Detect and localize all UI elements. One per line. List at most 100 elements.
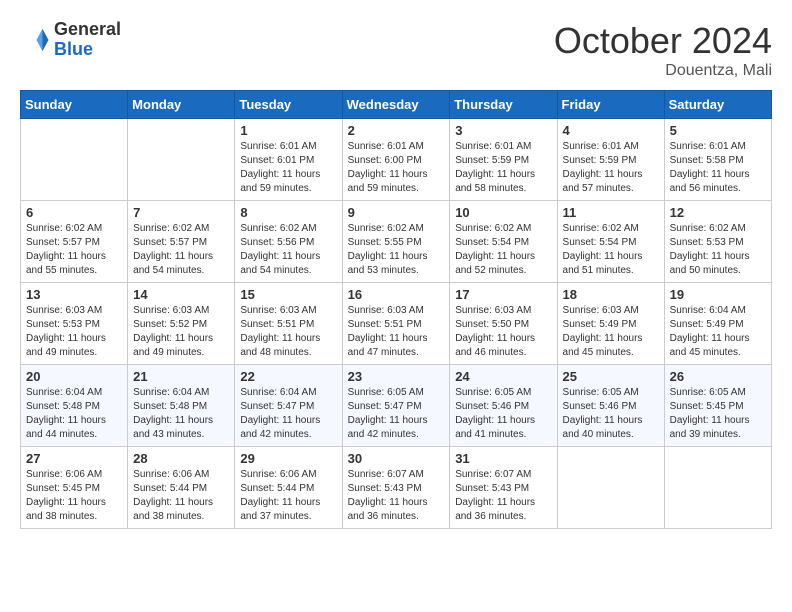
calendar-cell: 7 Sunrise: 6:02 AM Sunset: 5:57 PM Daylig… [128, 201, 235, 283]
day-number: 6 [26, 205, 122, 220]
day-number: 10 [455, 205, 551, 220]
day-detail: Sunrise: 6:03 AM Sunset: 5:51 PM Dayligh… [240, 304, 336, 360]
day-detail: Sunrise: 6:06 AM Sunset: 5:45 PM Dayligh… [26, 468, 122, 524]
calendar-cell [557, 447, 664, 529]
day-number: 17 [455, 287, 551, 302]
calendar-cell: 9Sunrise: 6:02 AM Sunset: 5:55 PM Daylig… [342, 201, 450, 283]
day-detail: Sunrise: 6:05 AM Sunset: 5:45 PM Dayligh… [670, 386, 766, 442]
day-detail: Sunrise: 6:03 AM Sunset: 5:50 PM Dayligh… [455, 304, 551, 360]
day-number: 8 [240, 205, 336, 220]
calendar-cell: 16 Sunrise: 6:03 AM Sunset: 5:51 PM Dayli… [342, 283, 450, 365]
calendar-cell: 2 Sunrise: 6:01 AM Sunset: 6:00 PM Daylig… [342, 119, 450, 201]
day-detail: Sunrise: 6:03 AM Sunset: 5:53 PM Dayligh… [26, 304, 122, 360]
calendar-cell [128, 119, 235, 201]
day-number: 13 [26, 287, 122, 302]
day-number: 1 [240, 123, 336, 138]
calendar-cell: 3 Sunrise: 6:01 AM Sunset: 5:59 PM Daylig… [450, 119, 557, 201]
day-number: 21 [133, 369, 229, 384]
calendar-cell: 25 Sunrise: 6:05 AM Sunset: 5:46 PM Dayli… [557, 365, 664, 447]
location-title: Douentza, Mali [554, 62, 772, 80]
calendar-cell: 30Sunrise: 6:07 AM Sunset: 5:43 PM Dayli… [342, 447, 450, 529]
day-number: 29 [240, 451, 336, 466]
day-detail: Sunrise: 6:04 AM Sunset: 5:47 PM Dayligh… [240, 386, 336, 442]
day-number: 12 [670, 205, 766, 220]
calendar-cell: 6 Sunrise: 6:02 AM Sunset: 5:57 PM Daylig… [21, 201, 128, 283]
day-detail: Sunrise: 6:01 AM Sunset: 6:00 PM Dayligh… [348, 140, 445, 196]
column-header-thursday: Thursday [450, 91, 557, 119]
calendar-cell: 27Sunrise: 6:06 AM Sunset: 5:45 PM Dayli… [21, 447, 128, 529]
day-number: 30 [348, 451, 445, 466]
logo-icon [20, 25, 50, 55]
day-detail: Sunrise: 6:03 AM Sunset: 5:51 PM Dayligh… [348, 304, 445, 360]
week-row-2: 6 Sunrise: 6:02 AM Sunset: 5:57 PM Daylig… [21, 201, 772, 283]
column-header-saturday: Saturday [664, 91, 771, 119]
day-detail: Sunrise: 6:03 AM Sunset: 5:52 PM Dayligh… [133, 304, 229, 360]
calendar-cell: 8 Sunrise: 6:02 AM Sunset: 5:56 PM Daylig… [235, 201, 342, 283]
calendar-cell: 19Sunrise: 6:04 AM Sunset: 5:49 PM Dayli… [664, 283, 771, 365]
calendar-cell [21, 119, 128, 201]
day-number: 28 [133, 451, 229, 466]
day-number: 20 [26, 369, 122, 384]
day-number: 2 [348, 123, 445, 138]
calendar-cell: 31 Sunrise: 6:07 AM Sunset: 5:43 PM Dayli… [450, 447, 557, 529]
day-number: 7 [133, 205, 229, 220]
day-number: 14 [133, 287, 229, 302]
day-detail: Sunrise: 6:02 AM Sunset: 5:54 PM Dayligh… [455, 222, 551, 278]
calendar-table: SundayMondayTuesdayWednesdayThursdayFrid… [20, 90, 772, 529]
calendar-cell: 18 Sunrise: 6:03 AM Sunset: 5:49 PM Dayli… [557, 283, 664, 365]
week-row-3: 13 Sunrise: 6:03 AM Sunset: 5:53 PM Dayli… [21, 283, 772, 365]
day-number: 9 [348, 205, 445, 220]
day-detail: Sunrise: 6:02 AM Sunset: 5:53 PM Dayligh… [670, 222, 766, 278]
day-detail: Sunrise: 6:05 AM Sunset: 5:46 PM Dayligh… [563, 386, 659, 442]
week-row-5: 27Sunrise: 6:06 AM Sunset: 5:45 PM Dayli… [21, 447, 772, 529]
day-number: 3 [455, 123, 551, 138]
calendar-cell: 5Sunrise: 6:01 AM Sunset: 5:58 PM Daylig… [664, 119, 771, 201]
day-detail: Sunrise: 6:04 AM Sunset: 5:48 PM Dayligh… [133, 386, 229, 442]
logo-line1: General [54, 20, 121, 40]
day-detail: Sunrise: 6:01 AM Sunset: 5:59 PM Dayligh… [455, 140, 551, 196]
calendar-cell: 28Sunrise: 6:06 AM Sunset: 5:44 PM Dayli… [128, 447, 235, 529]
calendar-cell: 29Sunrise: 6:06 AM Sunset: 5:44 PM Dayli… [235, 447, 342, 529]
calendar-cell: 21 Sunrise: 6:04 AM Sunset: 5:48 PM Dayli… [128, 365, 235, 447]
day-number: 24 [455, 369, 551, 384]
column-header-sunday: Sunday [21, 91, 128, 119]
logo-text: General Blue [54, 20, 121, 60]
calendar-cell [664, 447, 771, 529]
month-title: October 2024 [554, 20, 772, 62]
day-detail: Sunrise: 6:01 AM Sunset: 5:59 PM Dayligh… [563, 140, 659, 196]
day-number: 5 [670, 123, 766, 138]
column-header-wednesday: Wednesday [342, 91, 450, 119]
day-number: 15 [240, 287, 336, 302]
day-detail: Sunrise: 6:07 AM Sunset: 5:43 PM Dayligh… [455, 468, 551, 524]
day-number: 23 [348, 369, 445, 384]
week-row-4: 20 Sunrise: 6:04 AM Sunset: 5:48 PM Dayli… [21, 365, 772, 447]
day-detail: Sunrise: 6:04 AM Sunset: 5:48 PM Dayligh… [26, 386, 122, 442]
title-block: October 2024 Douentza, Mali [554, 20, 772, 80]
calendar-cell: 22 Sunrise: 6:04 AM Sunset: 5:47 PM Dayli… [235, 365, 342, 447]
day-detail: Sunrise: 6:02 AM Sunset: 5:57 PM Dayligh… [26, 222, 122, 278]
day-number: 11 [563, 205, 659, 220]
calendar-cell: 10 Sunrise: 6:02 AM Sunset: 5:54 PM Dayli… [450, 201, 557, 283]
calendar-cell: 17 Sunrise: 6:03 AM Sunset: 5:50 PM Dayli… [450, 283, 557, 365]
day-number: 22 [240, 369, 336, 384]
day-number: 16 [348, 287, 445, 302]
day-detail: Sunrise: 6:03 AM Sunset: 5:49 PM Dayligh… [563, 304, 659, 360]
day-detail: Sunrise: 6:05 AM Sunset: 5:47 PM Dayligh… [348, 386, 445, 442]
calendar-cell: 14 Sunrise: 6:03 AM Sunset: 5:52 PM Dayli… [128, 283, 235, 365]
calendar-cell: 20 Sunrise: 6:04 AM Sunset: 5:48 PM Dayli… [21, 365, 128, 447]
day-number: 31 [455, 451, 551, 466]
calendar-cell: 15 Sunrise: 6:03 AM Sunset: 5:51 PM Dayli… [235, 283, 342, 365]
day-number: 18 [563, 287, 659, 302]
day-number: 25 [563, 369, 659, 384]
calendar-cell: 12 Sunrise: 6:02 AM Sunset: 5:53 PM Dayli… [664, 201, 771, 283]
calendar-header-row: SundayMondayTuesdayWednesdayThursdayFrid… [21, 91, 772, 119]
column-header-friday: Friday [557, 91, 664, 119]
day-number: 4 [563, 123, 659, 138]
calendar-cell: 24Sunrise: 6:05 AM Sunset: 5:46 PM Dayli… [450, 365, 557, 447]
week-row-1: 1Sunrise: 6:01 AM Sunset: 6:01 PM Daylig… [21, 119, 772, 201]
day-detail: Sunrise: 6:02 AM Sunset: 5:57 PM Dayligh… [133, 222, 229, 278]
logo: General Blue [20, 20, 121, 60]
calendar-cell: 23 Sunrise: 6:05 AM Sunset: 5:47 PM Dayli… [342, 365, 450, 447]
day-detail: Sunrise: 6:02 AM Sunset: 5:56 PM Dayligh… [240, 222, 336, 278]
calendar-cell: 11Sunrise: 6:02 AM Sunset: 5:54 PM Dayli… [557, 201, 664, 283]
